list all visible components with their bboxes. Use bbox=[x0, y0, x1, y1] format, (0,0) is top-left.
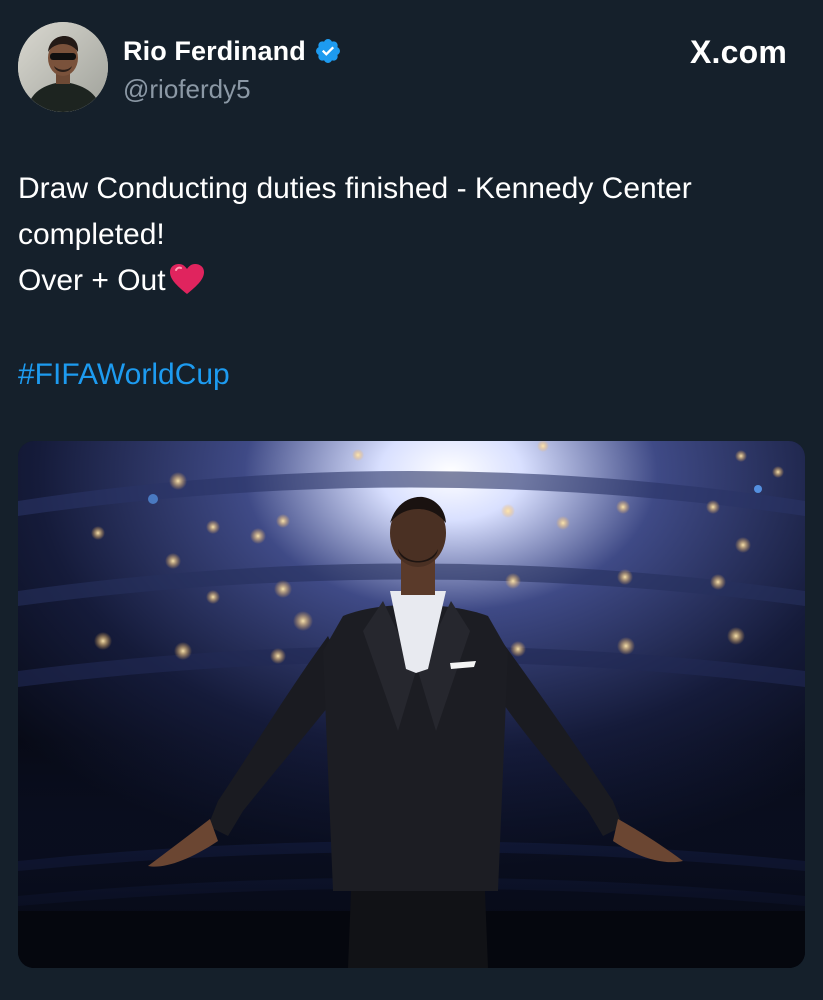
site-label: X.com bbox=[689, 34, 787, 70]
tweet-line: completed! bbox=[18, 218, 165, 251]
photo-image bbox=[18, 441, 805, 968]
tweet-photo[interactable] bbox=[18, 441, 805, 968]
avatar-image bbox=[18, 22, 108, 112]
red-heart-icon bbox=[169, 264, 204, 294]
verified-badge-icon[interactable] bbox=[314, 37, 342, 65]
author-identity: Rio Ferdinand @rioferdy5 bbox=[123, 34, 342, 105]
avatar[interactable] bbox=[18, 22, 108, 112]
tweet-header: Rio Ferdinand @rioferdy5 X.com bbox=[18, 22, 805, 114]
author-handle[interactable]: @rioferdy5 bbox=[123, 74, 342, 105]
tweet-text: Draw Conducting duties finished - Kenned… bbox=[18, 166, 808, 304]
hashtag-link[interactable]: #FIFAWorldCup bbox=[18, 352, 230, 398]
tweet-line: Draw Conducting duties finished - Kenned… bbox=[18, 172, 692, 205]
name-row: Rio Ferdinand bbox=[123, 34, 342, 68]
tweet-line-text: Over + Out bbox=[18, 264, 166, 297]
tweet-line-last: Over + Out bbox=[18, 258, 808, 304]
author-name[interactable]: Rio Ferdinand bbox=[123, 36, 306, 67]
